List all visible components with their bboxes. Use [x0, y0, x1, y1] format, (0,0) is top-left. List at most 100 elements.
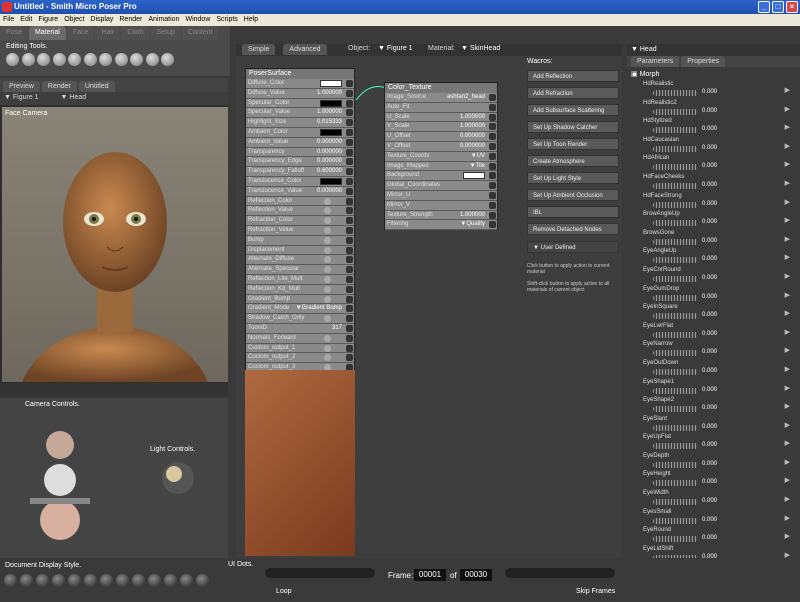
arrow-right-icon[interactable]: ▶ — [785, 198, 790, 206]
help-icon[interactable] — [324, 207, 331, 215]
morph-dial[interactable] — [653, 182, 698, 189]
color-texture-param-value[interactable]: 0.000000 — [460, 142, 485, 152]
input-plug-icon[interactable] — [346, 187, 353, 195]
morph-dial[interactable] — [653, 294, 698, 301]
morph-value[interactable]: 0.000 — [702, 405, 717, 411]
morph-value[interactable]: 0.000 — [702, 387, 717, 393]
input-plug-icon[interactable] — [489, 142, 496, 150]
morph-dial[interactable] — [653, 387, 698, 394]
morph-value[interactable]: 0.000 — [702, 498, 717, 504]
wacro-button[interactable]: Remove Detached Nodes — [527, 223, 619, 235]
help-icon[interactable] — [324, 226, 331, 234]
preview-tab-untitled[interactable]: Untitled — [78, 81, 115, 92]
display-style-icon[interactable] — [180, 574, 193, 587]
morph-value[interactable]: 0.000 — [702, 145, 717, 151]
morph-dial[interactable] — [653, 164, 698, 171]
menu-scripts[interactable]: Scripts — [213, 16, 240, 23]
material-tab-simple[interactable]: Simple — [242, 44, 276, 55]
help-icon[interactable] — [324, 246, 331, 254]
poser-surface-param-value[interactable]: 0.000000 — [317, 138, 342, 148]
help-icon[interactable] — [324, 236, 331, 244]
input-plug-icon[interactable] — [489, 221, 496, 229]
arrow-right-icon[interactable]: ▶ — [785, 514, 790, 522]
arrow-right-icon[interactable]: ▶ — [785, 216, 790, 224]
input-plug-icon[interactable] — [346, 315, 353, 323]
wacro-button[interactable]: Set Up Shadow Catcher — [527, 121, 619, 133]
display-style-icon[interactable] — [148, 574, 161, 587]
input-plug-icon[interactable] — [346, 109, 353, 117]
input-plug-icon[interactable] — [346, 295, 353, 303]
color-texture-color-swatch[interactable] — [463, 172, 485, 180]
keyframe-controls[interactable] — [505, 568, 615, 578]
input-plug-icon[interactable] — [346, 256, 353, 264]
color-texture-param-value[interactable]: 1.000000 — [460, 113, 485, 123]
input-plug-icon[interactable] — [346, 128, 353, 136]
editing-tool-icon[interactable] — [130, 53, 143, 66]
input-plug-icon[interactable] — [489, 152, 496, 160]
display-style-icon[interactable] — [84, 574, 97, 587]
arrow-right-icon[interactable]: ▶ — [785, 179, 790, 187]
morph-dial[interactable] — [653, 368, 698, 375]
wacro-button[interactable]: Set Up Toon Render — [527, 138, 619, 150]
figure-select[interactable]: ▼ Figure 1 — [4, 94, 39, 101]
arrow-right-icon[interactable]: ▶ — [785, 253, 790, 261]
morph-dial[interactable] — [653, 331, 698, 338]
editing-tool-icon[interactable] — [145, 53, 159, 66]
morph-value[interactable]: 0.000 — [702, 108, 717, 114]
input-plug-icon[interactable] — [346, 148, 353, 156]
input-plug-icon[interactable] — [346, 158, 353, 166]
arrow-right-icon[interactable]: ▶ — [785, 309, 790, 317]
display-style-icon[interactable] — [164, 574, 177, 587]
editing-tool-icon[interactable] — [114, 53, 128, 66]
input-plug-icon[interactable] — [489, 162, 496, 170]
morph-value[interactable]: 0.000 — [702, 256, 717, 262]
input-plug-icon[interactable] — [346, 246, 353, 254]
morph-dial[interactable] — [653, 145, 698, 152]
morph-value[interactable]: 0.000 — [702, 535, 717, 541]
input-plug-icon[interactable] — [346, 334, 353, 342]
morph-value[interactable]: 0.000 — [702, 275, 717, 281]
arrow-right-icon[interactable]: ▶ — [785, 439, 790, 447]
input-plug-icon[interactable] — [346, 344, 353, 352]
poser-surface-param-value[interactable]: ▼Gradient Bump — [296, 304, 342, 314]
input-plug-icon[interactable] — [346, 266, 353, 274]
morph-dial[interactable] — [653, 480, 698, 487]
menu-object[interactable]: Object — [61, 16, 87, 23]
arrow-right-icon[interactable]: ▶ — [785, 532, 790, 540]
morph-value[interactable]: 0.000 — [702, 442, 717, 448]
minimize-button[interactable]: _ — [758, 1, 770, 13]
morph-value[interactable]: 0.000 — [702, 182, 717, 188]
menu-help[interactable]: Help — [241, 16, 261, 23]
color-texture-param-value[interactable]: ▼Quality — [460, 220, 485, 230]
input-plug-icon[interactable] — [489, 191, 496, 199]
editing-tool-icon[interactable] — [21, 53, 35, 66]
morph-dial[interactable] — [653, 257, 698, 264]
close-button[interactable]: × — [786, 1, 798, 13]
morph-value[interactable]: 0.000 — [702, 349, 717, 355]
arrow-right-icon[interactable]: ▶ — [785, 235, 790, 243]
arrow-right-icon[interactable]: ▶ — [785, 291, 790, 299]
arrow-right-icon[interactable]: ▶ — [785, 458, 790, 466]
morph-dial[interactable] — [653, 220, 698, 227]
morph-dial[interactable] — [653, 201, 698, 208]
poser-surface-param-value[interactable]: 0.015333 — [317, 118, 342, 128]
morph-dial[interactable] — [653, 499, 698, 506]
arrow-right-icon[interactable]: ▶ — [785, 160, 790, 168]
input-plug-icon[interactable] — [346, 197, 353, 205]
display-style-icon[interactable] — [68, 574, 81, 587]
input-plug-icon[interactable] — [489, 123, 496, 131]
help-icon[interactable] — [324, 285, 331, 293]
display-style-icon[interactable] — [4, 574, 17, 587]
arrow-right-icon[interactable]: ▶ — [785, 495, 790, 503]
morph-dial[interactable] — [653, 350, 698, 357]
current-frame-field[interactable]: 00001 — [414, 569, 446, 581]
input-plug-icon[interactable] — [346, 305, 353, 313]
preview-tab-render[interactable]: Render — [41, 81, 77, 92]
material-select[interactable]: ▼ SkinHead — [461, 45, 500, 52]
input-plug-icon[interactable] — [346, 177, 353, 185]
input-plug-icon[interactable] — [346, 275, 353, 283]
wacro-button[interactable]: IBL — [527, 206, 619, 218]
editing-tool-icon[interactable] — [37, 53, 50, 66]
color-texture-param-value[interactable]: 1.000000 — [460, 122, 485, 132]
input-plug-icon[interactable] — [346, 168, 353, 176]
